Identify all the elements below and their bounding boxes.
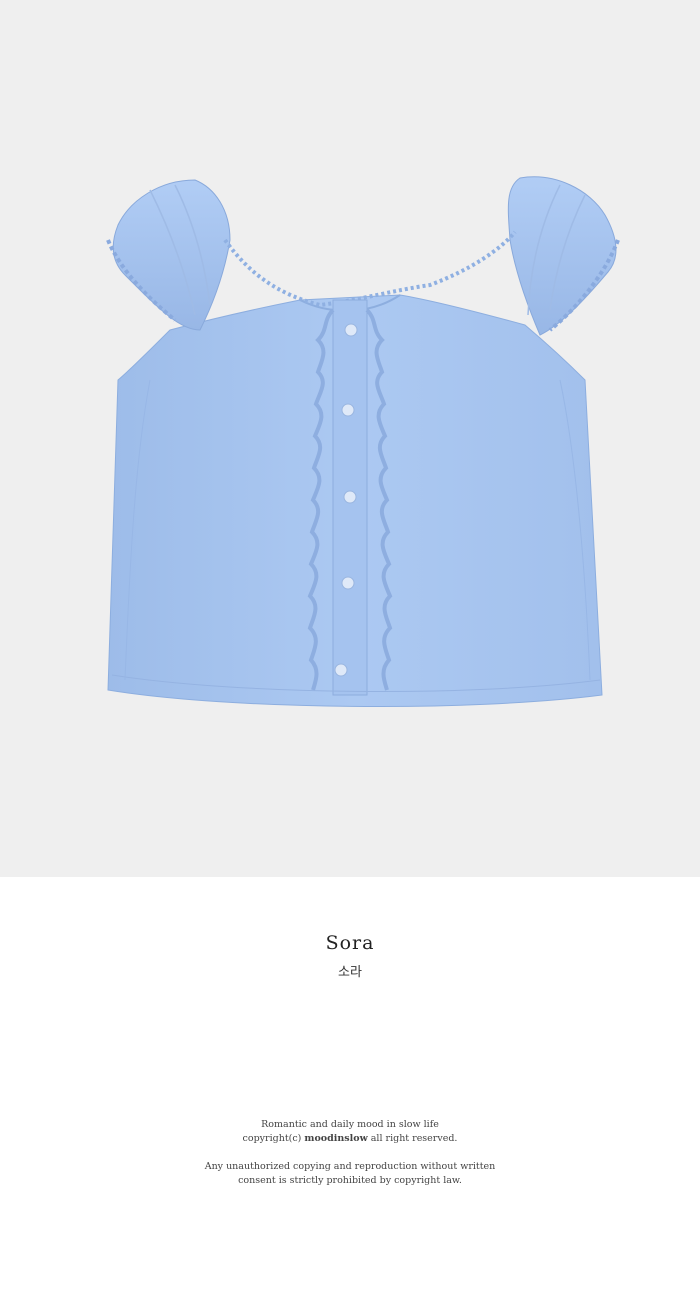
copyright-line: copyright(c) moodinslow all right reserv… (0, 1131, 700, 1146)
button-4 (341, 576, 355, 590)
product-name-korean: 소라 (338, 965, 362, 980)
button-3 (343, 490, 357, 504)
button-5 (334, 663, 348, 677)
legal-notice-line-2: consent is strictly prohibited by copyri… (238, 1175, 462, 1186)
tagline: Romantic and daily mood in slow life (261, 1119, 439, 1130)
product-name: Sora (325, 932, 375, 954)
product-photo (0, 0, 700, 877)
copyright-prefix: copyright(c) (242, 1133, 305, 1144)
legal-notice-line-1: Any unauthorized copying and reproductio… (204, 1161, 496, 1172)
copyright-suffix: all right reserved. (367, 1133, 458, 1144)
button-2 (341, 403, 355, 417)
button-1 (344, 323, 358, 337)
product-info: Sora 소라 Romantic and daily mood in slow … (0, 877, 700, 1295)
blouse-illustration (106, 176, 620, 707)
brand-name: moodinslow (304, 1133, 368, 1144)
